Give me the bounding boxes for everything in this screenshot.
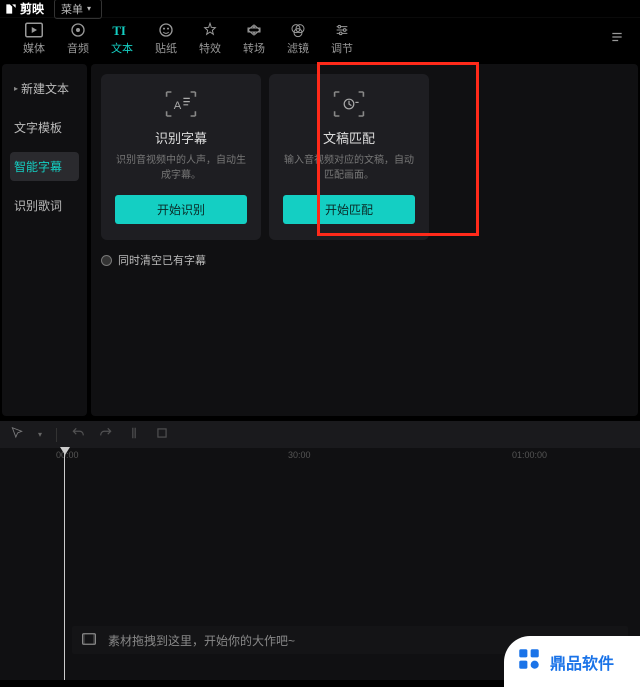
sticker-icon <box>157 22 175 38</box>
ruler-tick: 01:00:00 <box>512 450 547 460</box>
audio-icon <box>69 22 87 38</box>
redo-icon[interactable] <box>99 426 113 443</box>
card-recognize-subtitle: A 识别字幕 识别音视频中的人声，自动生成字幕。 开始识别 <box>101 74 261 240</box>
track-area[interactable]: 素材拖拽到这里，开始你的大作吧~ <box>0 476 640 660</box>
radio-icon <box>101 255 112 266</box>
delete-icon[interactable] <box>155 426 169 443</box>
card-desc: 识别音视频中的人声，自动生成字幕。 <box>115 153 247 183</box>
transition-icon <box>245 22 263 38</box>
app-name: 剪映 <box>20 0 44 17</box>
content-area: A 识别字幕 识别音视频中的人声，自动生成字幕。 开始识别 文稿匹配 输入音视频… <box>91 64 638 416</box>
timeline-toolbar: ▾ <box>0 420 640 448</box>
main-panel: ▸ 新建文本 文字模板 智能字幕 识别歌词 A 识别字幕 识别音视频中的人声，自… <box>0 60 640 420</box>
toolbar-search-icon[interactable] <box>610 30 628 47</box>
tool-media[interactable]: 媒体 <box>12 18 56 60</box>
watermark-text: 鼎品软件 <box>550 650 614 674</box>
divider <box>56 428 57 442</box>
clear-existing-option[interactable]: 同时清空已有字幕 <box>101 252 628 268</box>
main-toolbar: 媒体 音频 TI 文本 贴纸 特效 转场 滤镜 <box>0 18 640 60</box>
media-icon <box>25 22 43 38</box>
app-logo: 剪映 <box>4 0 44 17</box>
tool-filter[interactable]: 滤镜 <box>276 18 320 60</box>
match-script-icon <box>333 88 365 120</box>
adjust-icon <box>333 22 351 38</box>
undo-icon[interactable] <box>71 426 85 443</box>
sidebar-item-smart-subtitle[interactable]: 智能字幕 <box>10 152 79 181</box>
tool-adjust[interactable]: 调节 <box>320 18 364 60</box>
svg-text:TI: TI <box>112 23 126 37</box>
sidebar-item-template[interactable]: 文字模板 <box>10 113 79 142</box>
menu-label: 菜单 <box>61 1 83 17</box>
tool-transition[interactable]: 转场 <box>232 18 276 60</box>
card-title: 文稿匹配 <box>323 128 375 147</box>
svg-text:A: A <box>174 100 182 112</box>
watermark: 鼎品软件 <box>504 636 640 687</box>
card-desc: 输入音视频对应的文稿，自动匹配画面。 <box>283 153 415 183</box>
placeholder-text: 素材拖拽到这里，开始你的大作吧~ <box>108 632 295 649</box>
start-recognize-button[interactable]: 开始识别 <box>115 195 247 224</box>
clear-existing-label: 同时清空已有字幕 <box>118 252 206 268</box>
clip-icon <box>82 633 96 648</box>
card-title: 识别字幕 <box>155 128 207 147</box>
chevron-down-icon: ▾ <box>87 4 91 13</box>
tool-text[interactable]: TI 文本 <box>100 18 144 60</box>
filter-icon <box>289 22 307 38</box>
text-sidebar: ▸ 新建文本 文字模板 智能字幕 识别歌词 <box>2 64 87 416</box>
card-match-script: 文稿匹配 输入音视频对应的文稿，自动匹配画面。 开始匹配 <box>269 74 429 240</box>
effect-icon <box>201 22 219 38</box>
pointer-tool-icon[interactable] <box>10 426 24 443</box>
ruler-tick: 30:00 <box>288 450 311 460</box>
recognize-subtitle-icon: A <box>165 88 197 120</box>
watermark-logo-icon <box>516 646 542 677</box>
timeline-ruler[interactable]: 00:00 30:00 01:00:00 <box>0 448 640 468</box>
titlebar: 剪映 菜单 ▾ <box>0 0 640 18</box>
start-match-button[interactable]: 开始匹配 <box>283 195 415 224</box>
menu-button[interactable]: 菜单 ▾ <box>54 0 102 19</box>
sidebar-item-new-text[interactable]: ▸ 新建文本 <box>10 74 79 103</box>
tool-sticker[interactable]: 贴纸 <box>144 18 188 60</box>
chevron-down-icon[interactable]: ▾ <box>38 430 42 439</box>
text-icon: TI <box>112 22 132 38</box>
tool-audio[interactable]: 音频 <box>56 18 100 60</box>
sidebar-item-lyrics[interactable]: 识别歌词 <box>10 191 79 220</box>
split-icon[interactable] <box>127 426 141 443</box>
tool-effect[interactable]: 特效 <box>188 18 232 60</box>
chevron-right-icon: ▸ <box>14 84 18 93</box>
